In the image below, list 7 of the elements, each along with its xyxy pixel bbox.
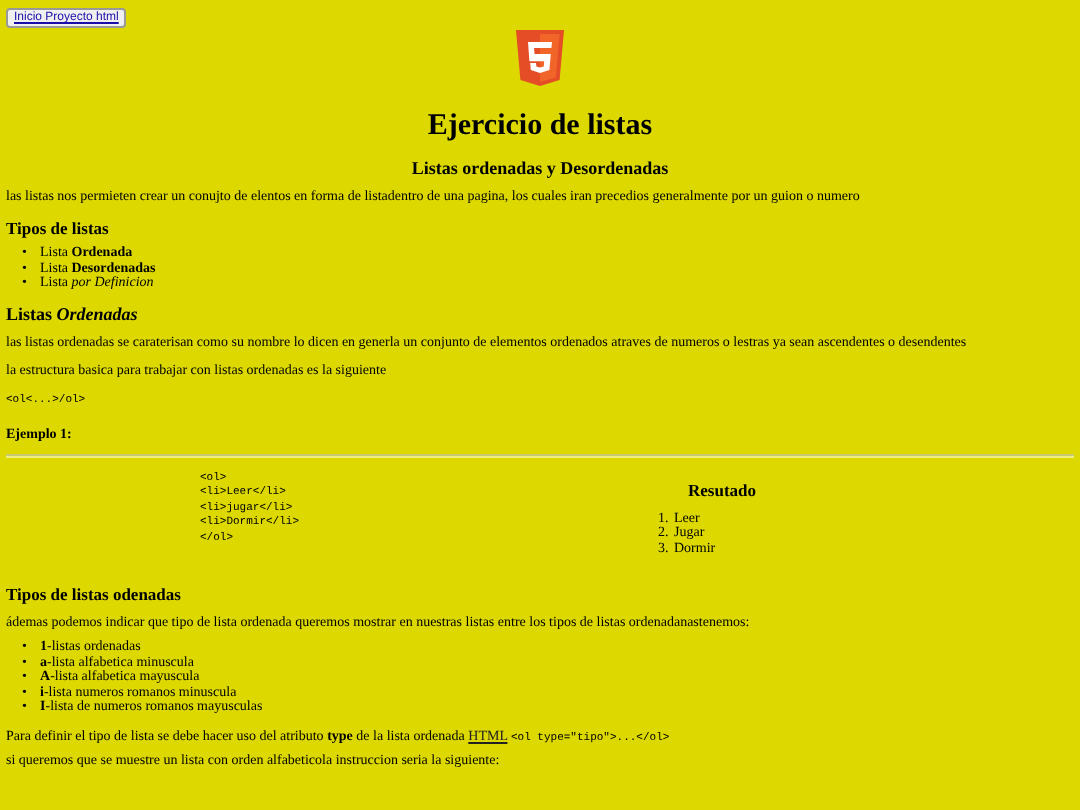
html5-logo-icon [514,30,566,90]
section-heading: Tipos de listas [6,218,111,238]
section-heading: Listas Ordenadas [6,303,140,323]
section-heading: Tipos de listas odenadas [6,584,183,604]
page-subtitle: Listas ordenadas y Desordenadas [409,158,671,178]
result-heading: Resutado [688,479,759,499]
page-title: Ejercicio de listas [425,110,655,144]
